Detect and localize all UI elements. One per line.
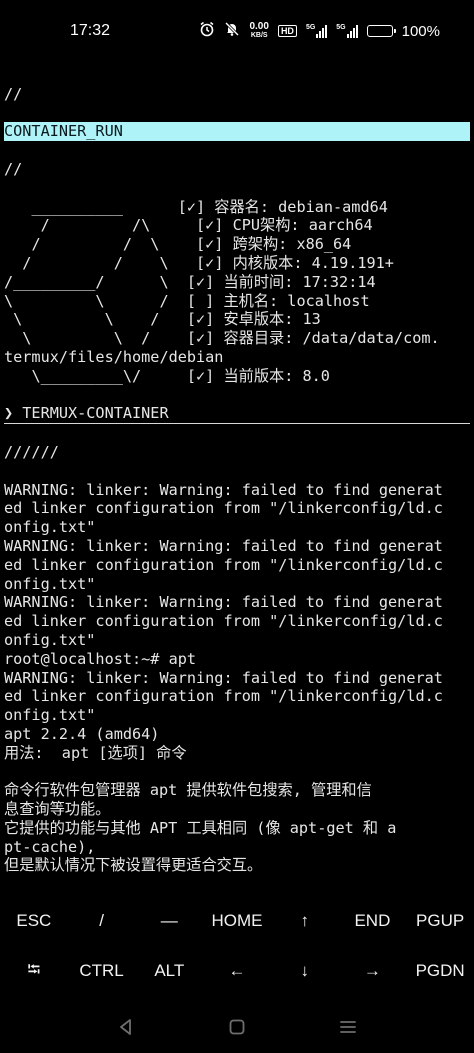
terminal-line: onfig.txt": [4, 630, 96, 649]
terminal-line: pt-cache),: [4, 837, 96, 856]
slash-key[interactable]: /: [68, 896, 136, 946]
navigation-bar: [0, 1000, 474, 1053]
mute-icon: [224, 21, 240, 41]
esc-key[interactable]: ESC: [0, 896, 68, 946]
signal-5g-icon: 5G: [306, 24, 328, 38]
battery-icon: [366, 25, 396, 37]
recents-icon[interactable]: [328, 1007, 368, 1047]
terminal-line: ed linker configuration from "/linkercon…: [4, 499, 443, 518]
terminal-line: ed linker configuration from "/linkercon…: [4, 612, 443, 631]
terminal-line: termux/files/home/debian: [4, 347, 224, 366]
terminal-line: 它提供的功能与其他 APT 工具相同 (像 apt-get 和 a: [4, 818, 397, 837]
terminal-line: ed linker configuration from "/linkercon…: [4, 555, 443, 574]
terminal-line: root@localhost:~# apt: [4, 649, 197, 668]
alarm-icon: [199, 21, 215, 41]
terminal-line: \ \ / [✓] 容器目录: /data/data/com.: [4, 329, 440, 348]
terminal-line: / /\ [✓] CPU架构: aarch64: [4, 216, 373, 235]
dash-key[interactable]: —: [135, 896, 203, 946]
status-icons: 0.00 KB/S HD 5G 5G 100%: [199, 21, 440, 41]
net-speed: 0.00 KB/S: [249, 21, 269, 40]
terminal-line: WARNING: linker: Warning: failed to find…: [4, 593, 443, 612]
up-arrow-key[interactable]: ↑: [271, 896, 339, 946]
terminal-line: \ \ / [✓] 安卓版本: 13: [4, 310, 321, 329]
tab-key[interactable]: ⭾: [0, 946, 68, 996]
hd-badge: HD: [277, 25, 297, 37]
home-icon[interactable]: [217, 1007, 257, 1047]
terminal-line: //: [4, 159, 23, 178]
left-arrow-key[interactable]: ←: [203, 946, 271, 996]
alt-key[interactable]: ALT: [135, 946, 203, 996]
terminal-line: WARNING: linker: Warning: failed to find…: [4, 480, 443, 499]
terminal-line-highlighted: CONTAINER_RUN: [4, 122, 470, 142]
terminal-line: 命令行软件包管理器 apt 提供软件包搜索, 管理和信: [4, 781, 372, 800]
status-bar: 17:32 0.00 KB/S HD 5G 5G 100%: [0, 0, 474, 62]
terminal-line: //: [4, 84, 23, 103]
terminal-line: ❯ TERMUX-CONTAINER: [4, 404, 169, 423]
terminal-line: / / \ [✓] 跨架构: x86_64: [4, 235, 352, 254]
extra-keys-bar: ESC / — HOME ↑ END PGUP ⭾ CTRL ALT ← ↓ → PGDN: [0, 896, 474, 996]
pgdn-key[interactable]: PGDN: [406, 946, 474, 996]
ctrl-key[interactable]: CTRL: [68, 946, 136, 996]
signal-5g-icon-2: 5G: [336, 24, 358, 38]
terminal-line: WARNING: linker: Warning: failed to find…: [4, 536, 443, 555]
end-key[interactable]: END: [339, 896, 407, 946]
status-time: 17:32: [70, 22, 111, 39]
terminal-line: __________ [✓] 容器名: debian-amd64: [4, 197, 388, 216]
terminal-line: apt 2.2.4 (amd64): [4, 724, 160, 743]
terminal-line: \ \ / [ ] 主机名: localhost: [4, 291, 370, 310]
terminal-line: onfig.txt": [4, 706, 96, 725]
terminal-line: ed linker configuration from "/linkercon…: [4, 687, 443, 706]
terminal-line: 息查询等功能。: [4, 800, 111, 819]
terminal-output[interactable]: // CONTAINER_RUN // __________ [✓] 容器名: de…: [4, 66, 470, 875]
terminal-line: / / \ [✓] 内核版本: 4.19.191+: [4, 253, 394, 272]
terminal-line: //////: [4, 442, 59, 461]
home-key[interactable]: HOME: [203, 896, 271, 946]
terminal-line: onfig.txt": [4, 574, 96, 593]
terminal-line: 但是默认情况下被设置得更适合交互。: [4, 856, 263, 875]
battery-percent: 100%: [401, 22, 440, 40]
back-icon[interactable]: [106, 1007, 146, 1047]
pgup-key[interactable]: PGUP: [406, 896, 474, 946]
down-arrow-key[interactable]: ↓: [271, 946, 339, 996]
terminal-line: /_________/ \ [✓] 当前时间: 17:32:14: [4, 272, 376, 291]
terminal-line: 用法: apt [选项] 命令: [4, 743, 187, 762]
terminal-line: \_________\/ [✓] 当前版本: 8.0: [4, 366, 330, 385]
terminal-line: onfig.txt": [4, 518, 96, 537]
terminal-line: WARNING: linker: Warning: failed to find…: [4, 668, 443, 687]
right-arrow-key[interactable]: →: [339, 946, 407, 996]
